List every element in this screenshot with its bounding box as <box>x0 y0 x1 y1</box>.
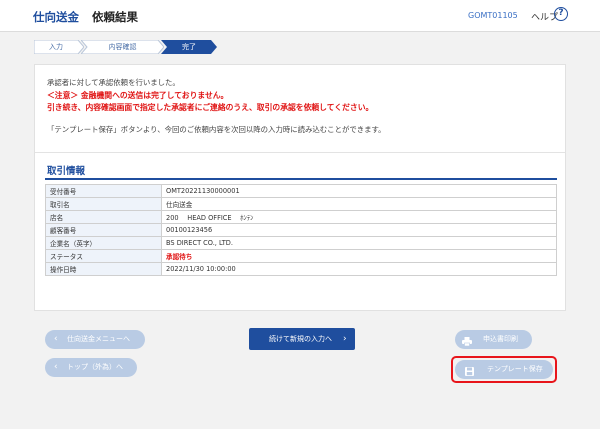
message-request-sent: 承認者に対して承認依頼を行いました。 <box>47 78 180 87</box>
row-key: 取引名 <box>45 197 162 211</box>
continue-new-input-label: 続けて新規の入力へ <box>269 335 332 343</box>
row-value: 仕向送金 <box>161 197 557 211</box>
message-template-hint: 「テンプレート保存」ボタンより、今回のご依頼内容を次回以降の入力時に読み込むこと… <box>47 125 386 134</box>
row-value: 2022/11/30 10:00:00 <box>161 262 557 276</box>
row-key: 顧客番号 <box>45 223 162 237</box>
table-row: 受付番号 OMT20221130000001 <box>45 184 557 198</box>
chevron-right-icon: › <box>343 334 347 344</box>
row-value: 00100123456 <box>161 223 557 237</box>
section-title: 取引情報 <box>47 166 86 177</box>
header-bar: 仕向送金 依頼結果 GOMT01105 ヘルプ ? <box>0 0 600 32</box>
step-complete-label: 完了 <box>182 43 196 51</box>
step-input-label: 入力 <box>49 43 63 51</box>
section-rule <box>45 178 557 180</box>
row-value: 200 HEAD OFFICE ﾎﾝﾃﾝ <box>161 210 557 224</box>
step-input: 入力 <box>34 40 84 54</box>
table-row: 取引名 仕向送金 <box>45 197 557 211</box>
row-key: ステータス <box>45 249 162 263</box>
screen-id: GOMT01105 <box>468 11 518 20</box>
row-value: OMT20221130000001 <box>161 184 557 198</box>
row-key: 店名 <box>45 210 162 224</box>
page-title: 依頼結果 <box>92 10 138 24</box>
step-confirm: 内容確認 <box>81 40 164 54</box>
back-to-menu-button[interactable]: ‹ 仕向送金メニューへ <box>45 330 145 349</box>
row-key: 企業名（英字） <box>45 236 162 250</box>
continue-new-input-button[interactable]: 続けて新規の入力へ › <box>249 328 355 350</box>
result-card: 承認者に対して承認依頼を行いました。 ＜注意＞ 金融機関への送信は完了しておりま… <box>34 64 566 311</box>
app-title: 仕向送金 <box>33 10 79 24</box>
table-row: 店名 200 HEAD OFFICE ﾎﾝﾃﾝ <box>45 210 557 224</box>
template-save-highlight <box>451 356 557 383</box>
back-to-top-button[interactable]: ‹ トップ（外為）へ <box>45 358 137 377</box>
step-complete: 完了 <box>161 40 217 54</box>
help-icon[interactable]: ? <box>554 7 568 21</box>
chevron-left-icon: ‹ <box>54 334 58 344</box>
table-row: 操作日時 2022/11/30 10:00:00 <box>45 262 557 276</box>
step-confirm-label: 内容確認 <box>108 43 137 51</box>
warning-contact-approver: 引き続き、内容確認画面で指定した承認者にご連絡のうえ、取引の承認を依頼してくださ… <box>47 103 374 112</box>
print-application-button[interactable]: 申込書印刷 <box>455 330 532 349</box>
divider <box>35 152 565 153</box>
row-key: 受付番号 <box>45 184 162 198</box>
table-row: 顧客番号 00100123456 <box>45 223 557 237</box>
print-application-label: 申込書印刷 <box>483 335 518 343</box>
transaction-info-table: 受付番号 OMT20221130000001 取引名 仕向送金 店名 200 H… <box>45 184 557 276</box>
chevron-left-icon: ‹ <box>54 362 58 372</box>
row-key: 操作日時 <box>45 262 162 276</box>
warning-not-sent: ＜注意＞ 金融機関への送信は完了しておりません。 <box>47 91 229 100</box>
back-to-top-label: トップ（外為）へ <box>67 363 123 371</box>
status-value: 承認待ち <box>161 249 557 263</box>
table-row: 企業名（英字） BS DIRECT CO., LTD. <box>45 236 557 250</box>
printer-icon <box>462 335 472 347</box>
table-row: ステータス 承認待ち <box>45 249 557 263</box>
back-to-menu-label: 仕向送金メニューへ <box>67 335 130 343</box>
row-value: BS DIRECT CO., LTD. <box>161 236 557 250</box>
